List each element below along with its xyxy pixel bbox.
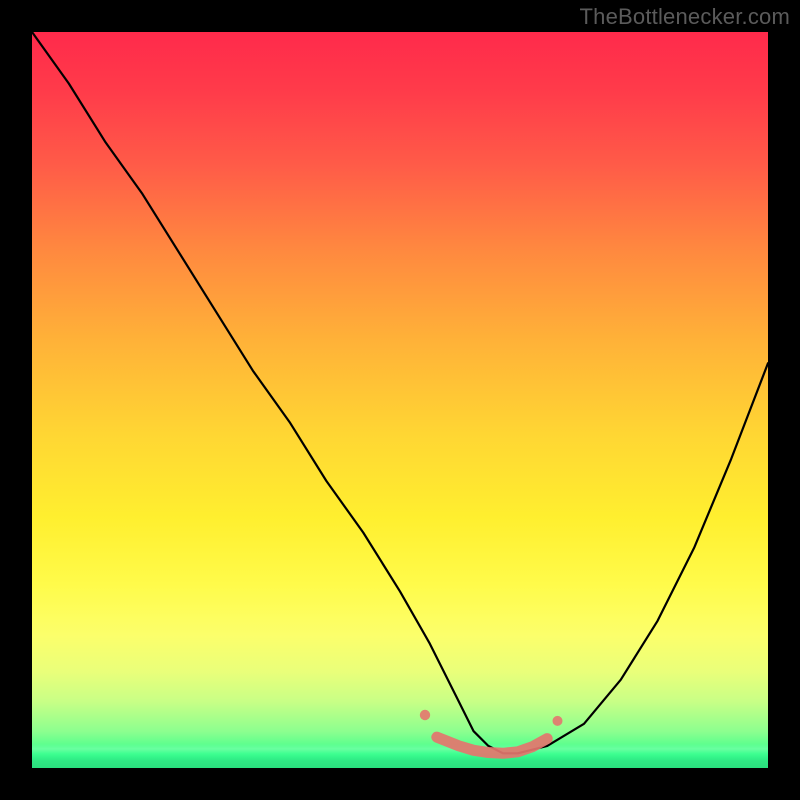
- chart-canvas: TheBottlenecker.com: [0, 0, 800, 800]
- plot-area: [32, 32, 768, 768]
- chart-overlay: [32, 32, 768, 768]
- bottleneck-curve-path: [32, 32, 768, 753]
- watermark-text: TheBottlenecker.com: [580, 4, 790, 30]
- optimal-range-dot-start: [420, 710, 430, 720]
- optimal-range-dot-end: [553, 716, 563, 726]
- optimal-range-stroke: [437, 737, 547, 753]
